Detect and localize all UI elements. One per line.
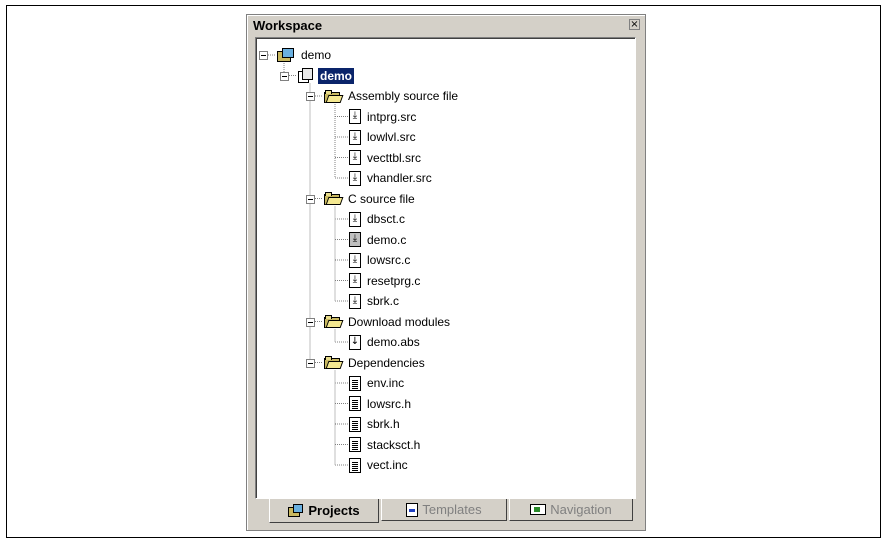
project-icon bbox=[298, 68, 314, 83]
collapse-toggle-icon[interactable] bbox=[280, 71, 289, 81]
tree-node-envinc[interactable]: env.inc bbox=[349, 374, 406, 392]
title-bar[interactable]: Workspace × bbox=[249, 17, 643, 35]
project-tree[interactable]: demo demo Assembly source file ⤓ intprg.src ⤓… bbox=[255, 37, 636, 499]
tree-node-folder-download[interactable]: Download modules bbox=[324, 313, 452, 331]
tree-node-label: sbrk.c bbox=[367, 294, 400, 308]
tab-bar: Projects Templates Navigation bbox=[255, 499, 636, 525]
tree-node-label: lowlvl.src bbox=[367, 130, 416, 144]
collapse-toggle-icon[interactable] bbox=[306, 317, 315, 327]
tab-projects-label: Projects bbox=[308, 503, 360, 518]
tree-node-label: demo bbox=[301, 48, 332, 62]
tree-node-democ[interactable]: ⤓ demo.c bbox=[349, 231, 408, 249]
close-button[interactable]: × bbox=[629, 19, 640, 30]
source-file-icon: ⤓ bbox=[349, 109, 361, 124]
collapse-toggle-icon[interactable] bbox=[306, 92, 315, 101]
header-file-icon bbox=[349, 416, 361, 432]
tree-node-stacksct[interactable]: stacksct.h bbox=[349, 436, 422, 454]
workspace-icon bbox=[277, 48, 295, 62]
tree-node-label: dbsct.c bbox=[367, 212, 406, 226]
tree-node-label: C source file bbox=[348, 191, 415, 206]
folder-open-icon bbox=[324, 89, 344, 103]
tree-node-label: vhandler.src bbox=[367, 171, 432, 185]
tree-node-folder-c[interactable]: C source file bbox=[324, 190, 417, 208]
tree-node-sbrk-h[interactable]: sbrk.h bbox=[349, 415, 402, 433]
tree-node-label: intprg.src bbox=[367, 109, 417, 124]
tree-node-demoabs[interactable]: ↓ demo.abs bbox=[349, 333, 422, 351]
workspace-icon bbox=[288, 504, 304, 517]
tree-node-label: lowsrc.c bbox=[367, 253, 411, 267]
header-file-icon bbox=[349, 375, 361, 391]
header-file-icon bbox=[349, 396, 361, 411]
tree-node-vectinc[interactable]: vect.inc bbox=[349, 456, 410, 474]
source-file-icon: ⤓ bbox=[349, 273, 361, 288]
tree-node-project[interactable]: demo bbox=[298, 67, 355, 85]
folder-open-icon bbox=[324, 192, 344, 205]
tree-node-label: vecttbl.src bbox=[367, 150, 422, 165]
tab-navigation[interactable]: Navigation bbox=[509, 499, 633, 521]
header-file-icon bbox=[349, 457, 361, 473]
window-title: Workspace bbox=[253, 18, 323, 33]
tree-node-label: stacksct.h bbox=[367, 437, 421, 452]
collapse-toggle-icon[interactable] bbox=[259, 51, 268, 60]
tree-node-resetprg[interactable]: ⤓ resetprg.c bbox=[349, 272, 422, 290]
tab-projects[interactable]: Projects bbox=[269, 499, 379, 523]
tree-connector-lines bbox=[268, 54, 348, 466]
folder-open-icon bbox=[324, 356, 344, 369]
tree-node-lowsrc-c[interactable]: ⤓ lowsrc.c bbox=[349, 251, 412, 269]
tree-node-label: Download modules bbox=[348, 314, 451, 329]
source-file-icon: ⤓ bbox=[349, 211, 361, 227]
tree-node-vhandler[interactable]: ⤓ vhandler.src bbox=[349, 169, 434, 187]
tree-node-label: env.inc bbox=[367, 376, 405, 390]
source-file-icon: ⤓ bbox=[349, 150, 361, 165]
tree-node-dbsct[interactable]: ⤓ dbsct.c bbox=[349, 210, 407, 228]
source-file-icon: ⤓ bbox=[349, 232, 361, 247]
folder-open-icon bbox=[324, 315, 344, 328]
header-file-icon bbox=[349, 437, 361, 452]
tree-node-label: Dependencies bbox=[348, 355, 425, 370]
tree-node-intprg[interactable]: ⤓ intprg.src bbox=[349, 108, 418, 126]
tree-node-workspace[interactable]: demo bbox=[277, 46, 333, 64]
tree-node-label: sbrk.h bbox=[367, 417, 400, 431]
workspace-window: Workspace × demo demo Assembly source file… bbox=[246, 14, 646, 531]
collapse-toggle-icon[interactable] bbox=[306, 194, 315, 204]
source-file-icon: ⤓ bbox=[349, 252, 361, 268]
download-file-icon: ↓ bbox=[349, 334, 361, 350]
tab-templates-label: Templates bbox=[422, 502, 482, 517]
tab-navigation-label: Navigation bbox=[550, 502, 612, 517]
tree-node-vecttbl[interactable]: ⤓ vecttbl.src bbox=[349, 149, 423, 167]
tree-node-label: Assembly source file bbox=[348, 89, 459, 103]
tree-node-label: resetprg.c bbox=[367, 273, 421, 288]
source-file-icon: ⤓ bbox=[349, 293, 361, 309]
source-file-icon: ⤓ bbox=[349, 129, 361, 145]
tree-node-folder-deps[interactable]: Dependencies bbox=[324, 354, 427, 372]
tree-node-label: lowsrc.h bbox=[367, 396, 412, 411]
tree-node-lowsrc-h[interactable]: lowsrc.h bbox=[349, 395, 413, 413]
navigation-icon bbox=[530, 504, 547, 515]
source-file-icon: ⤓ bbox=[349, 170, 361, 186]
tab-templates[interactable]: Templates bbox=[381, 499, 507, 521]
tree-node-folder-assembly[interactable]: Assembly source file bbox=[324, 87, 460, 105]
tree-node-label: demo.abs bbox=[367, 335, 420, 349]
tree-node-label: demo bbox=[318, 67, 355, 84]
tree-node-label: vect.inc bbox=[367, 458, 408, 472]
tree-node-lowlvl[interactable]: ⤓ lowlvl.src bbox=[349, 128, 418, 146]
template-icon bbox=[406, 502, 419, 517]
collapse-toggle-icon[interactable] bbox=[306, 358, 315, 368]
tree-node-sbrk-c[interactable]: ⤓ sbrk.c bbox=[349, 292, 401, 310]
tree-node-label: demo.c bbox=[367, 232, 407, 247]
